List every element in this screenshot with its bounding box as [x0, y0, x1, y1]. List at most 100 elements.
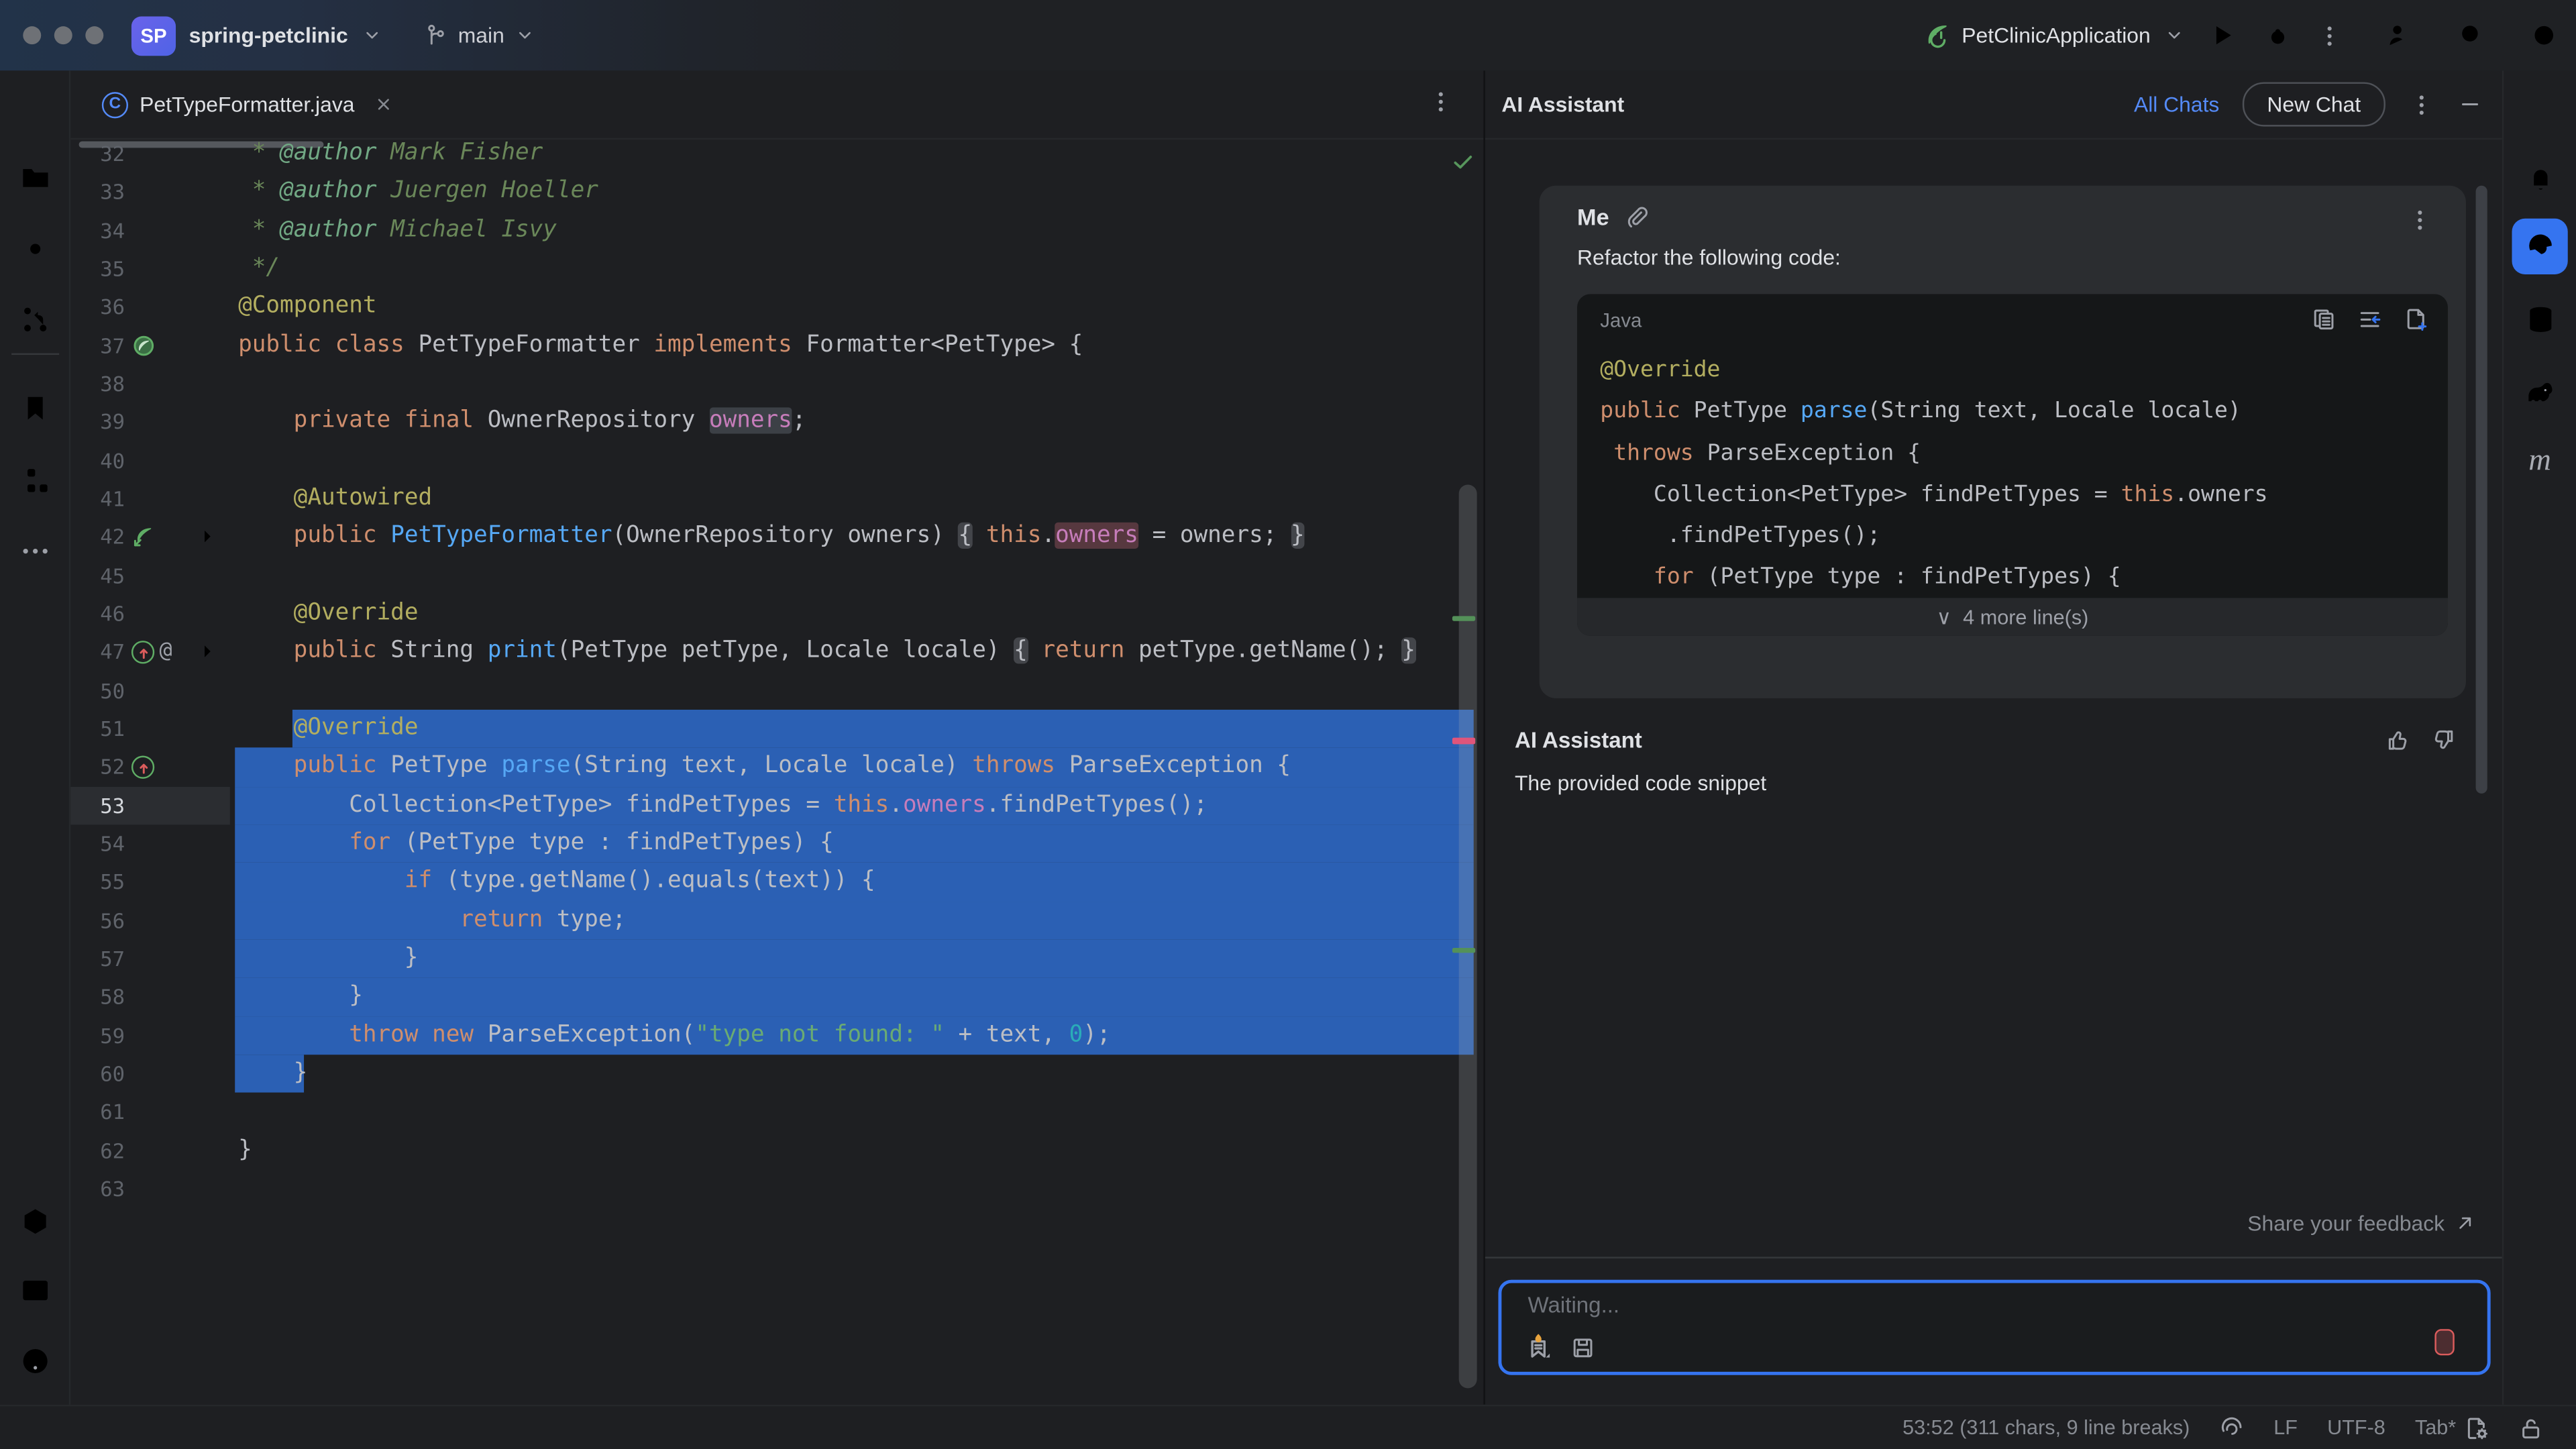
gutter[interactable]: 57: [70, 940, 238, 978]
panel-options-icon[interactable]: [2408, 91, 2434, 117]
status-item[interactable]: UTF-8: [2327, 1416, 2385, 1439]
code-line-53[interactable]: 53 Collection<PetType> findPetTypes = th…: [70, 786, 1483, 825]
settings-button[interactable]: [2520, 12, 2567, 58]
new-chat-button[interactable]: New Chat: [2242, 82, 2385, 127]
more-actions-button[interactable]: [2306, 12, 2353, 58]
window-controls[interactable]: [23, 26, 104, 45]
gutter[interactable]: 40: [70, 441, 238, 480]
bell-icon[interactable]: [2512, 150, 2567, 205]
gutter[interactable]: 55: [70, 863, 238, 901]
copy-icon[interactable]: [2312, 307, 2337, 332]
thumb-up-icon[interactable]: [2385, 728, 2410, 753]
code-line-62[interactable]: 62}: [70, 1131, 1483, 1169]
search-everywhere-button[interactable]: [2448, 12, 2494, 58]
chat-input[interactable]: Waiting...: [1498, 1279, 2491, 1375]
gutter[interactable]: 34: [70, 211, 238, 250]
gutter[interactable]: 32: [70, 135, 238, 173]
debug-button[interactable]: [2254, 12, 2300, 58]
at-sign-gutter-icon[interactable]: @: [160, 633, 172, 672]
stop-generating-button[interactable]: [2434, 1329, 2455, 1356]
status-item-ai-swirl[interactable]: [2219, 1415, 2244, 1440]
gutter[interactable]: 58: [70, 978, 238, 1016]
code-line-36[interactable]: 36 @Component: [70, 288, 1483, 326]
code-line-57[interactable]: 57 }: [70, 939, 1483, 978]
gutter[interactable]: 53: [70, 786, 238, 825]
run-config-selector[interactable]: PetClinicApplication: [1923, 21, 2186, 50]
code-line-39[interactable]: 39 private final OwnerRepository owners;: [70, 403, 1483, 441]
code-line-63[interactable]: 63: [70, 1169, 1483, 1208]
message-options-icon[interactable]: [2407, 207, 2433, 233]
project-selector[interactable]: SP spring-petclinic: [131, 15, 384, 56]
code-line-56[interactable]: 56 return type;: [70, 901, 1483, 940]
window-minimize-dot[interactable]: [54, 26, 72, 45]
status-item-unlock[interactable]: [2518, 1415, 2543, 1440]
code-line-61[interactable]: 61: [70, 1093, 1483, 1131]
gutter[interactable]: 54: [70, 824, 238, 863]
code-line-54[interactable]: 54 for (PetType type : findPetTypes) {: [70, 824, 1483, 863]
code-line-45[interactable]: 45: [70, 556, 1483, 594]
database-icon[interactable]: [2512, 290, 2567, 346]
commit-icon[interactable]: [7, 220, 62, 276]
override-up-gutter-icon[interactable]: [131, 755, 155, 779]
code-line-55[interactable]: 55 if (type.getName().equals(text)) {: [70, 863, 1483, 902]
status-item[interactable]: 53:52 (311 chars, 9 line breaks): [1902, 1416, 2190, 1439]
code-line-35[interactable]: 35 */: [70, 250, 1483, 288]
status-item-tab*[interactable]: Tab*: [2415, 1415, 2489, 1440]
code-line-50[interactable]: 50: [70, 672, 1483, 710]
fold-chevron-icon[interactable]: [197, 518, 219, 556]
hide-panel-icon[interactable]: [2458, 92, 2483, 117]
code-line-47[interactable]: 47 @ public String print(PetType petType,…: [70, 633, 1483, 672]
code-line-33[interactable]: 33 * @author Juergen Hoeller: [70, 173, 1483, 211]
code-line-41[interactable]: 41 @Autowired: [70, 480, 1483, 518]
gutter[interactable]: 56: [70, 901, 238, 939]
services-icon[interactable]: [7, 1193, 62, 1248]
gutter[interactable]: 35: [70, 250, 238, 288]
save-chat-icon[interactable]: [1570, 1336, 1595, 1360]
analysis-stripe-mark[interactable]: [1452, 737, 1476, 745]
insert-at-caret-icon[interactable]: [2357, 307, 2382, 332]
create-file-icon[interactable]: [2404, 307, 2428, 332]
fold-chevron-icon[interactable]: [197, 633, 219, 672]
window-close-dot[interactable]: [23, 26, 42, 45]
code-line-34[interactable]: 34 * @author Michael Isvy: [70, 211, 1483, 250]
code-line-58[interactable]: 58 }: [70, 977, 1483, 1016]
gutter[interactable]: 41: [70, 480, 238, 518]
gutter[interactable]: 33: [70, 173, 238, 211]
gutter[interactable]: 63: [70, 1169, 238, 1208]
more-h-icon[interactable]: [7, 523, 62, 578]
code-line-59[interactable]: 59 throw new ParseException("type not fo…: [70, 1016, 1483, 1055]
analysis-stripe-mark[interactable]: [1452, 616, 1476, 621]
run-button[interactable]: [2198, 12, 2245, 58]
spring-bean-gutter-icon[interactable]: [131, 333, 156, 358]
code-line-42[interactable]: 42 public PetTypeFormatter(OwnerReposito…: [70, 518, 1483, 556]
structure-icon[interactable]: [7, 451, 62, 507]
expand-code-button[interactable]: ∨ 4 more line(s): [1577, 598, 2448, 636]
maven-icon[interactable]: m: [2512, 434, 2567, 490]
spring-autowire-gutter-icon[interactable]: [131, 525, 156, 549]
window-zoom-dot[interactable]: [85, 26, 104, 45]
pull-request-icon[interactable]: [7, 290, 62, 346]
gutter[interactable]: 38: [70, 365, 238, 403]
code-line-32[interactable]: 32 * @author Mark Fisher: [70, 135, 1483, 173]
gutter[interactable]: 59: [70, 1016, 238, 1055]
code-line-37[interactable]: 37 public class PetTypeFormatter implemen…: [70, 326, 1483, 364]
editor-options-icon[interactable]: [1428, 89, 1454, 115]
gradle-icon[interactable]: [2512, 365, 2567, 421]
chat-scrollbar[interactable]: [2475, 185, 2487, 794]
gutter[interactable]: 62: [70, 1131, 238, 1169]
gutter[interactable]: 46: [70, 594, 238, 633]
code-line-38[interactable]: 38: [70, 365, 1483, 403]
override-up-gutter-icon[interactable]: [131, 640, 155, 664]
gutter[interactable]: 51: [70, 710, 238, 748]
gutter[interactable]: 47 @: [70, 633, 238, 672]
share-feedback-link[interactable]: Share your feedback: [2247, 1211, 2475, 1236]
gutter[interactable]: 39: [70, 403, 238, 441]
problems-icon[interactable]: [7, 1332, 62, 1388]
gutter[interactable]: 61: [70, 1093, 238, 1131]
folder-icon[interactable]: [7, 150, 62, 205]
code-line-46[interactable]: 46 @Override: [70, 594, 1483, 633]
gutter[interactable]: 60: [70, 1055, 238, 1093]
gutter[interactable]: 36: [70, 288, 238, 326]
code-line-60[interactable]: 60 }: [70, 1054, 1483, 1093]
close-icon[interactable]: [372, 94, 394, 115]
